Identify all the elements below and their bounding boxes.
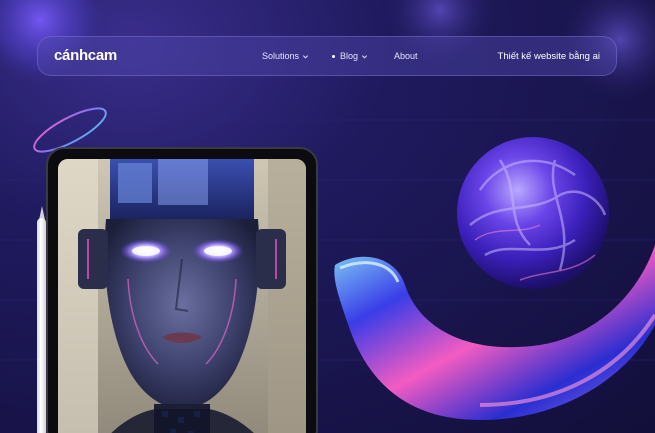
chevron-down-icon (361, 54, 368, 58)
robot-face-image (58, 159, 306, 433)
robot-illustration (58, 159, 306, 433)
nav-item-label: Solutions (262, 51, 300, 61)
nav-item-about[interactable]: About (394, 51, 418, 61)
active-marker-icon (332, 54, 335, 58)
chevron-down-icon (303, 54, 309, 58)
stylus-image (37, 218, 46, 433)
nav-item-label: About (394, 51, 418, 61)
site-header: cánhcam Solutions Blog About Thiết kế we… (37, 36, 617, 76)
brand-logo[interactable]: cánhcam (54, 47, 117, 64)
nav-item-label: Blog (340, 51, 359, 61)
nav-item-solutions[interactable]: Solutions (262, 51, 309, 61)
tablet-mockup (46, 147, 318, 433)
nav-item-blog[interactable]: Blog (332, 51, 368, 61)
hero-section: cánhcam Solutions Blog About Thiết kế we… (0, 0, 655, 433)
cta-link[interactable]: Thiết kế website bằng ai (498, 51, 600, 62)
